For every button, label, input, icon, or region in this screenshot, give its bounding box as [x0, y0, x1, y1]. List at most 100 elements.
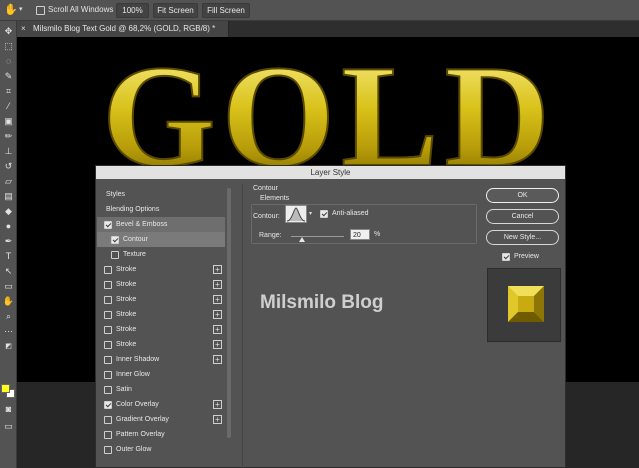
style-item-stroke[interactable]: Stroke +	[97, 292, 225, 307]
close-icon[interactable]: ×	[21, 24, 26, 33]
style-item-checkbox[interactable]	[104, 386, 112, 394]
watermark-text: Milsmilo Blog	[260, 292, 384, 313]
pen-tool-icon[interactable]: ✒	[2, 235, 15, 247]
quick-selection-tool-icon[interactable]: ✎	[2, 70, 15, 82]
style-item-checkbox[interactable]	[104, 431, 112, 439]
style-item-label: Stroke	[116, 296, 137, 303]
style-item-label: Color Overlay	[116, 401, 159, 408]
style-item-bevel-emboss[interactable]: Bevel & Emboss	[97, 217, 225, 232]
style-item-styles[interactable]: Styles	[97, 187, 225, 202]
foreground-color-swatch[interactable]	[1, 384, 10, 393]
crop-tool-icon[interactable]: ⌗	[2, 85, 15, 97]
add-effect-icon[interactable]: +	[213, 415, 222, 424]
hand-tool-icon[interactable]: ✋	[4, 4, 18, 17]
add-effect-icon[interactable]: +	[213, 280, 222, 289]
new-style-button[interactable]: New Style...	[486, 230, 559, 245]
style-item-checkbox[interactable]	[104, 446, 112, 454]
screen-mode-icon[interactable]: ▭	[2, 420, 15, 432]
style-item-label: Stroke	[116, 266, 137, 273]
range-slider-handle[interactable]	[298, 237, 305, 242]
hand-tool-icon[interactable]: ✋	[2, 295, 15, 307]
style-item-checkbox[interactable]	[104, 326, 112, 334]
clone-stamp-tool-icon[interactable]: ⊥	[2, 145, 15, 157]
fit-screen-button[interactable]: Fit Screen	[153, 3, 198, 18]
style-item-checkbox[interactable]	[104, 416, 112, 424]
contour-picker[interactable]	[285, 205, 307, 223]
dialog-divider	[242, 184, 243, 468]
cancel-button[interactable]: Cancel	[486, 209, 559, 224]
style-item-checkbox[interactable]	[104, 221, 112, 229]
style-item-contour[interactable]: Contour	[97, 232, 225, 247]
style-item-color-overlay[interactable]: Color Overlay +	[97, 397, 225, 412]
style-item-stroke[interactable]: Stroke +	[97, 262, 225, 277]
style-item-checkbox[interactable]	[104, 356, 112, 364]
chevron-down-icon[interactable]: ▾	[19, 5, 23, 13]
style-item-checkbox[interactable]	[104, 296, 112, 304]
options-bar: ✋ ▾ Scroll All Windows 100% Fit Screen F…	[0, 0, 639, 21]
preview-checkbox[interactable]	[502, 253, 510, 261]
styles-list-scrollbar[interactable]	[227, 188, 231, 438]
style-item-stroke[interactable]: Stroke +	[97, 322, 225, 337]
style-item-stroke[interactable]: Stroke +	[97, 277, 225, 292]
move-tool-icon[interactable]: ✥	[2, 25, 15, 37]
add-effect-icon[interactable]: +	[213, 265, 222, 274]
dodge-tool-icon[interactable]: ●	[2, 220, 15, 232]
style-item-checkbox[interactable]	[104, 266, 112, 274]
fill-screen-button[interactable]: Fill Screen	[202, 3, 250, 18]
style-item-satin[interactable]: Satin	[97, 382, 225, 397]
add-effect-icon[interactable]: +	[213, 325, 222, 334]
contour-curve-icon	[286, 207, 306, 222]
eyedropper-tool-icon[interactable]: ⁄	[2, 100, 15, 112]
style-item-checkbox[interactable]	[104, 311, 112, 319]
eraser-tool-icon[interactable]: ▱	[2, 175, 15, 187]
gold-text: GOLD	[102, 47, 556, 177]
style-preview	[487, 268, 561, 342]
marquee-tool-icon[interactable]: ⬚	[2, 40, 15, 52]
range-input[interactable]: 20	[350, 229, 370, 240]
more-tools-icon[interactable]: ⋯	[2, 325, 15, 337]
style-item-label: Pattern Overlay	[116, 431, 165, 438]
path-selection-tool-icon[interactable]: ↖	[2, 265, 15, 277]
style-item-gradient-overlay[interactable]: Gradient Overlay +	[97, 412, 225, 427]
document-tab[interactable]: × Milsmilo Blog Text Gold @ 68,2% (GOLD,…	[17, 21, 229, 37]
gradient-tool-icon[interactable]: ▤	[2, 190, 15, 202]
scroll-all-windows-checkbox[interactable]	[36, 6, 45, 15]
style-item-stroke[interactable]: Stroke +	[97, 337, 225, 352]
style-item-checkbox[interactable]	[104, 341, 112, 349]
brush-tool-icon[interactable]: ✏	[2, 130, 15, 142]
add-effect-icon[interactable]: +	[213, 310, 222, 319]
style-item-stroke[interactable]: Stroke +	[97, 307, 225, 322]
swap-colors-icon[interactable]: ◩	[2, 341, 15, 353]
add-effect-icon[interactable]: +	[213, 295, 222, 304]
style-item-checkbox[interactable]	[104, 371, 112, 379]
shape-tool-icon[interactable]: ▭	[2, 280, 15, 292]
subsection-title: Elements	[260, 195, 290, 202]
healing-brush-tool-icon[interactable]: ▣	[2, 115, 15, 127]
add-effect-icon[interactable]: +	[213, 400, 222, 409]
ok-button[interactable]: OK	[486, 188, 559, 203]
chevron-down-icon[interactable]: ▾	[309, 210, 312, 217]
style-item-pattern-overlay[interactable]: Pattern Overlay	[97, 427, 225, 442]
style-item-checkbox[interactable]	[111, 251, 119, 259]
lasso-tool-icon[interactable]: ◌	[2, 55, 15, 67]
zoom-tool-icon[interactable]: ⌕	[2, 310, 15, 322]
history-brush-tool-icon[interactable]: ↺	[2, 160, 15, 172]
add-effect-icon[interactable]: +	[213, 355, 222, 364]
style-item-inner-glow[interactable]: Inner Glow	[97, 367, 225, 382]
style-item-blending-options[interactable]: Blending Options	[97, 202, 225, 217]
style-item-outer-glow[interactable]: Outer Glow	[97, 442, 225, 457]
anti-aliased-checkbox[interactable]	[320, 210, 328, 218]
add-effect-icon[interactable]: +	[213, 340, 222, 349]
style-item-texture[interactable]: Texture	[97, 247, 225, 262]
type-tool-icon[interactable]: T	[2, 250, 15, 262]
quick-mask-icon[interactable]: ◙	[2, 403, 15, 415]
style-item-checkbox[interactable]	[104, 401, 112, 409]
style-item-inner-shadow[interactable]: Inner Shadow +	[97, 352, 225, 367]
zoom-100-button[interactable]: 100%	[116, 3, 149, 18]
style-item-checkbox[interactable]	[104, 281, 112, 289]
style-item-label: Styles	[106, 191, 126, 198]
style-item-checkbox[interactable]	[111, 236, 119, 244]
blur-tool-icon[interactable]: ◆	[2, 205, 15, 217]
range-label: Range:	[259, 232, 282, 239]
anti-aliased-label: Anti-aliased	[332, 210, 369, 217]
